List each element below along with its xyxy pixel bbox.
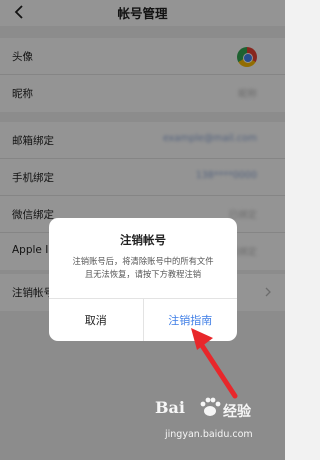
cancel-button[interactable]: 取消 bbox=[49, 299, 144, 341]
watermark-text: Bai bbox=[155, 398, 185, 417]
dialog-title: 注销帐号 bbox=[120, 233, 166, 247]
paw-logo-icon bbox=[200, 397, 221, 416]
baidu-jingyan-watermark: Bai 经验 jingyan.baidu.com bbox=[155, 396, 275, 454]
watermark-url: jingyan.baidu.com bbox=[165, 429, 253, 440]
dialog-message: 注销账号后，将清除账号中的所有文件 且无法恢复，请按下方教程注销 bbox=[61, 255, 225, 281]
red-arrow-annotation bbox=[191, 328, 238, 399]
watermark-brand: 经验 bbox=[223, 404, 251, 420]
dialog-message-line-1: 注销账号后，将清除账号中的所有文件 bbox=[72, 256, 214, 266]
dialog-message-line-2: 且无法恢复，请按下方教程注销 bbox=[84, 269, 202, 279]
